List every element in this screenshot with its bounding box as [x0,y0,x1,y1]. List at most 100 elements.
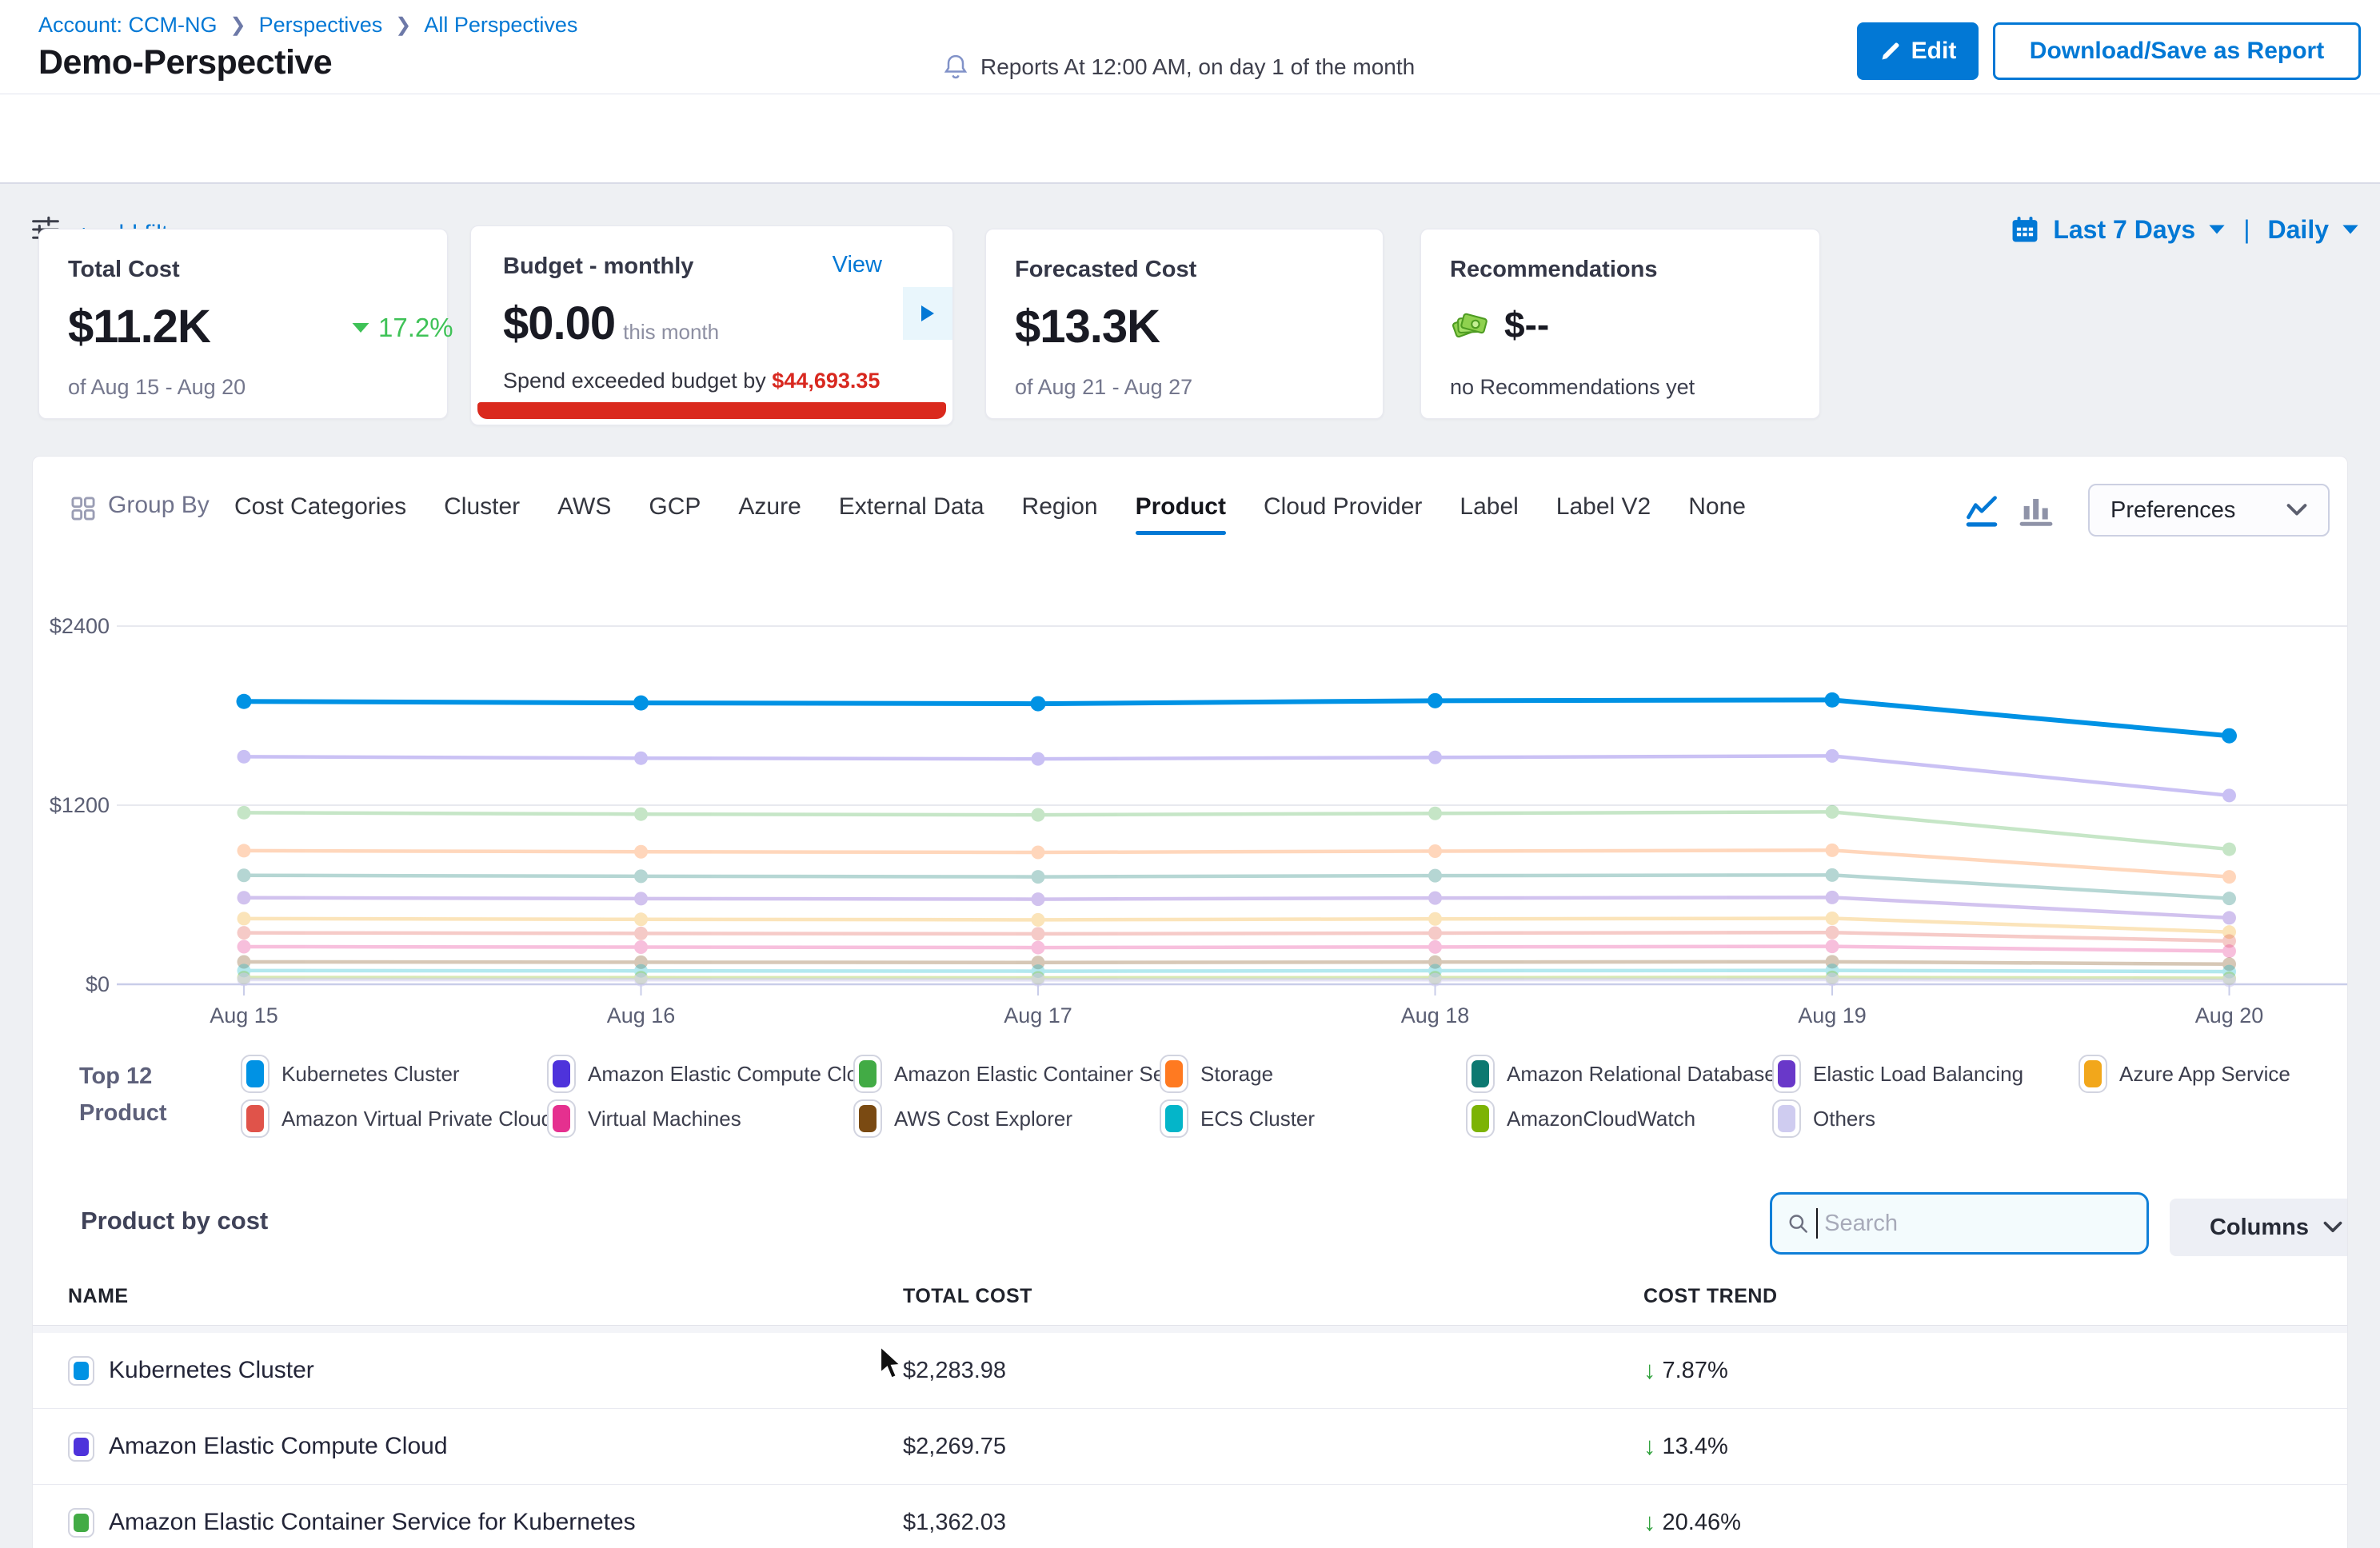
series-aws-cost-explorer[interactable] [238,955,2237,971]
bar-chart-icon[interactable] [2018,492,2055,529]
data-point[interactable] [238,926,251,940]
data-point[interactable] [238,844,251,857]
data-point[interactable] [634,808,648,821]
columns-dropdown[interactable]: Columns [2170,1199,2348,1256]
legend-item-kubernetes-cluster[interactable]: Kubernetes Cluster [241,1055,547,1093]
legend-item-amazon-virtual-private-cloud[interactable]: Amazon Virtual Private Cloud [241,1099,547,1138]
table-row-kubernetes-cluster[interactable]: Kubernetes Cluster$2,283.98↓7.87% [33,1333,2347,1409]
table-row-amazon-elastic-container-service-for-kubernetes[interactable]: Amazon Elastic Container Service for Kub… [33,1485,2347,1548]
caret-down-icon[interactable] [2342,224,2359,235]
data-point[interactable] [237,694,252,709]
series-amazon-elastic-container-se[interactable] [238,805,2237,856]
groupby-tab-gcp[interactable]: GCP [649,493,701,535]
data-point[interactable] [634,973,648,987]
data-point[interactable] [1032,892,1045,906]
edit-button[interactable]: Edit [1857,22,1979,80]
groupby-tab-azure[interactable]: Azure [738,493,801,535]
groupby-tab-label[interactable]: Label [1460,493,1518,535]
data-point[interactable] [634,927,648,940]
date-range-dropdown[interactable]: Last 7 Days [2053,215,2195,245]
data-point[interactable] [2222,944,2236,958]
data-point[interactable] [2222,870,2236,884]
data-point[interactable] [2222,788,2236,802]
groupby-tab-label-v2[interactable]: Label V2 [1556,493,1651,535]
groupby-tab-cost-categories[interactable]: Cost Categories [234,493,406,535]
data-point[interactable] [634,752,648,765]
groupby-tab-cluster[interactable]: Cluster [444,493,520,535]
data-point[interactable] [1032,845,1045,859]
groupby-tab-cloud-provider[interactable]: Cloud Provider [1264,493,1422,535]
column-header-cost-trend[interactable]: COST TREND [1643,1285,1778,1308]
legend-item-elastic-load-balancing[interactable]: Elastic Load Balancing [1772,1055,2079,1093]
search-input[interactable] [1824,1211,2132,1237]
legend-item-others[interactable]: Others [1772,1099,2079,1138]
legend-item-amazon-relational-database[interactable]: Amazon Relational Database ... [1466,1055,1772,1093]
data-point[interactable] [634,845,648,859]
legend-item-amazoncloudwatch[interactable]: AmazonCloudWatch [1466,1099,1772,1138]
legend-item-amazon-elastic-container-se[interactable]: Amazon Elastic Container Se... [853,1055,1160,1093]
data-point[interactable] [1032,870,1045,884]
series-amazon-elastic-compute-clo[interactable] [238,749,2237,802]
data-point[interactable] [1826,926,1839,940]
data-point[interactable] [238,750,251,764]
legend-item-virtual-machines[interactable]: Virtual Machines [547,1099,853,1138]
data-point[interactable] [1428,892,1442,905]
breadcrumb-perspectives[interactable]: Perspectives [259,13,383,38]
legend-item-storage[interactable]: Storage [1160,1055,1466,1093]
data-point[interactable] [1826,940,1839,953]
data-point[interactable] [1826,749,1839,763]
legend-item-azure-app-service[interactable]: Azure App Service [2079,1055,2348,1093]
table-row-amazon-elastic-compute-cloud[interactable]: Amazon Elastic Compute Cloud$2,269.75↓13… [33,1409,2347,1485]
column-header-total-cost[interactable]: TOTAL COST [903,1285,1032,1308]
data-point[interactable] [2222,974,2236,987]
data-point[interactable] [1032,913,1045,927]
budget-next-button[interactable] [903,287,952,340]
data-point[interactable] [1032,808,1045,822]
groupby-tab-product[interactable]: Product [1136,493,1226,535]
data-point[interactable] [2222,892,2236,905]
data-point[interactable] [1428,869,1442,883]
data-point[interactable] [238,868,251,882]
series-amazon-virtual-private-cloud[interactable] [238,926,2237,948]
data-point[interactable] [238,912,251,925]
preferences-dropdown[interactable]: Preferences [2088,484,2330,537]
data-point[interactable] [1428,807,1442,820]
data-point[interactable] [1826,868,1839,882]
data-point[interactable] [1428,926,1442,940]
data-point[interactable] [1032,941,1045,955]
groupby-tab-aws[interactable]: AWS [557,493,611,535]
series-virtual-machines[interactable] [238,940,2237,958]
data-point[interactable] [1428,844,1442,858]
legend-item-aws-cost-explorer[interactable]: AWS Cost Explorer [853,1099,1160,1138]
data-point[interactable] [634,912,648,926]
data-point[interactable] [634,940,648,954]
data-point[interactable] [634,892,648,905]
data-point[interactable] [1428,973,1442,987]
cost-line-chart[interactable]: $2400$1200$0Aug 15Aug 16Aug 17Aug 18Aug … [33,577,2348,1032]
data-point[interactable] [1428,912,1442,926]
data-point[interactable] [1428,693,1443,708]
data-point[interactable] [634,869,648,883]
caret-down-icon[interactable] [2208,224,2226,235]
budget-view-link[interactable]: View [833,252,882,278]
download-save-report-button[interactable]: Download/Save as Report [1993,22,2361,80]
breadcrumb-all-perspectives[interactable]: All Perspectives [424,13,577,38]
data-point[interactable] [2222,728,2237,744]
data-point[interactable] [1032,752,1045,766]
granularity-dropdown[interactable]: Daily [2268,215,2329,245]
column-header-name[interactable]: NAME [68,1285,129,1308]
groupby-tab-none[interactable]: None [1688,493,1746,535]
series-kubernetes-cluster[interactable] [237,692,2238,744]
data-point[interactable] [238,806,251,820]
data-point[interactable] [1826,912,1839,925]
groupby-tab-region[interactable]: Region [1022,493,1098,535]
data-point[interactable] [1428,940,1442,954]
data-point[interactable] [1032,973,1045,987]
breadcrumb-account[interactable]: Account: CCM-NG [38,13,218,38]
data-point[interactable] [1032,927,1045,940]
line-chart-icon[interactable] [1963,492,2000,529]
data-point[interactable] [1031,696,1046,712]
groupby-tab-external-data[interactable]: External Data [839,493,984,535]
data-point[interactable] [1826,844,1839,857]
data-point[interactable] [2222,911,2236,924]
